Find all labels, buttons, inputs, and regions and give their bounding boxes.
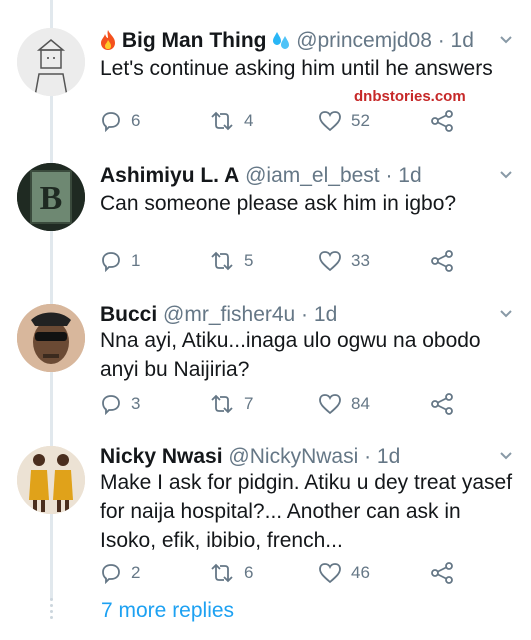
retweet-button[interactable]: 4 <box>209 109 253 133</box>
heart-icon <box>319 394 341 415</box>
retweet-button[interactable]: 7 <box>209 392 253 416</box>
retweet-count: 4 <box>244 111 254 130</box>
heart-icon <box>319 111 341 132</box>
more-replies-link[interactable]: 7 more replies <box>101 599 234 623</box>
retweet-count: 7 <box>244 394 254 413</box>
reply-count: 6 <box>131 111 141 130</box>
tweet-actions: 3 7 84 <box>100 392 520 416</box>
chevron-down-icon[interactable] <box>497 30 515 48</box>
tweet-actions: 1 5 33 <box>100 249 520 273</box>
heart-icon <box>319 251 341 272</box>
watermark: dnbstories.com <box>354 88 466 105</box>
display-name[interactable]: Ashimiyu L. A <box>100 164 239 187</box>
share-icon <box>431 562 453 584</box>
tweet-header: Ashimiyu L. A @iam_el_best · 1d <box>100 163 422 189</box>
avatar[interactable] <box>17 446 85 514</box>
like-button[interactable]: 84 <box>318 392 370 416</box>
reply-count: 2 <box>131 563 141 582</box>
retweet-icon <box>211 111 233 131</box>
handle-and-time[interactable]: @princemjd08 · 1d <box>296 29 474 52</box>
share-button[interactable] <box>430 561 454 585</box>
tweet-text: Let's continue asking him until he answe… <box>100 57 493 80</box>
tweet-text: Can someone please ask him in igbo? <box>100 192 457 215</box>
like-button[interactable]: 46 <box>318 561 370 585</box>
handle-and-time[interactable]: @iam_el_best · 1d <box>245 164 422 187</box>
droplets-icon <box>272 30 290 57</box>
chevron-down-icon[interactable] <box>497 446 515 464</box>
tweet-text: Nna ayi, Atiku...inaga ulo ogwu na obodo… <box>100 329 481 381</box>
svg-text:B: B <box>40 180 63 217</box>
reply-count: 1 <box>131 251 141 270</box>
retweet-count: 5 <box>244 251 254 270</box>
avatar[interactable] <box>17 28 85 96</box>
display-name[interactable]: Bucci <box>100 303 157 326</box>
retweet-icon <box>211 394 233 414</box>
tweet-header: Nicky Nwasi @NickyNwasi · 1d <box>100 444 400 470</box>
share-button[interactable] <box>430 392 454 416</box>
share-icon <box>431 250 453 272</box>
handle-and-time[interactable]: @NickyNwasi · 1d <box>228 445 400 468</box>
like-button[interactable]: 52 <box>318 109 370 133</box>
like-count: 46 <box>351 563 370 582</box>
share-button[interactable] <box>430 249 454 273</box>
handle-and-time[interactable]: @mr_fisher4u · 1d <box>163 303 337 326</box>
share-icon <box>431 110 453 132</box>
reply-button[interactable]: 6 <box>100 109 140 133</box>
avatar[interactable]: B <box>17 163 85 231</box>
like-count: 52 <box>351 111 370 130</box>
tweet-actions: 6 4 52 <box>100 109 520 133</box>
chevron-down-icon[interactable] <box>497 165 515 183</box>
reply-icon <box>102 564 120 584</box>
reply-button[interactable]: 2 <box>100 561 140 585</box>
display-name[interactable]: Nicky Nwasi <box>100 445 223 468</box>
tweet-actions: 2 6 46 <box>100 561 520 585</box>
retweet-button[interactable]: 5 <box>209 249 253 273</box>
chevron-down-icon[interactable] <box>497 304 515 322</box>
retweet-icon <box>211 563 233 583</box>
like-button[interactable]: 33 <box>318 249 370 273</box>
retweet-count: 6 <box>244 563 254 582</box>
tweet-header: Bucci @mr_fisher4u · 1d <box>100 302 337 328</box>
tweet-header: Big Man Thing @princemjd08 · 1d <box>100 28 474 57</box>
share-icon <box>431 393 453 415</box>
display-name[interactable]: Big Man Thing <box>122 29 267 52</box>
like-count: 84 <box>351 394 370 413</box>
reply-icon <box>102 252 120 272</box>
tweet-text: Make I ask for pidgin. Atiku u dey treat… <box>100 471 513 552</box>
thread-continuation-dots <box>49 598 54 626</box>
retweet-icon <box>211 251 233 271</box>
reply-button[interactable]: 3 <box>100 392 140 416</box>
avatar[interactable] <box>17 304 85 372</box>
retweet-button[interactable]: 6 <box>209 561 253 585</box>
reply-button[interactable]: 1 <box>100 249 140 273</box>
like-count: 33 <box>351 251 370 270</box>
share-button[interactable] <box>430 109 454 133</box>
reply-count: 3 <box>131 394 141 413</box>
reply-icon <box>102 112 120 132</box>
reply-icon <box>102 395 120 415</box>
fire-icon <box>100 30 116 57</box>
heart-icon <box>319 563 341 584</box>
